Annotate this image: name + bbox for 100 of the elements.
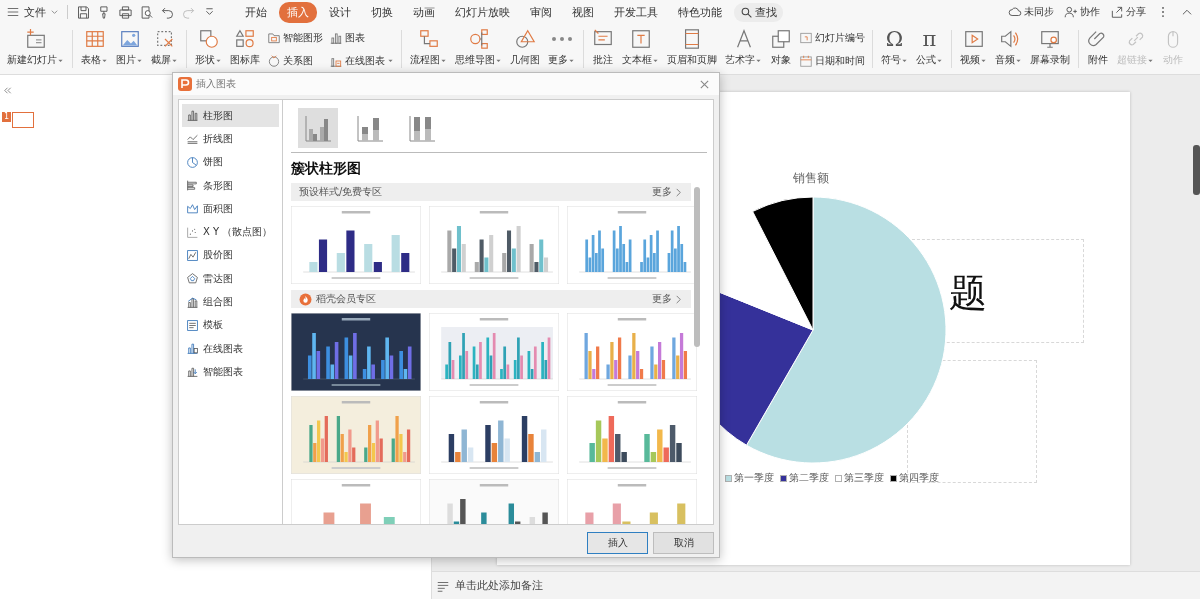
more-link[interactable]: 更多 xyxy=(652,292,683,306)
print-icon[interactable] xyxy=(118,4,133,20)
ribbon-button[interactable]: 批注 xyxy=(589,26,617,72)
chart-type-item[interactable]: 模板 xyxy=(182,313,279,337)
legend-label: 第一季度 xyxy=(734,471,774,485)
cloud-icon xyxy=(1008,5,1022,19)
ribbon-button[interactable]: 艺术字 xyxy=(722,26,765,72)
line-chart-icon xyxy=(186,132,199,146)
ribbon-button[interactable]: 新建幻灯片 xyxy=(4,26,67,72)
dialog-button[interactable]: 插入 xyxy=(587,532,648,554)
ribbon-tab[interactable]: 特色功能 xyxy=(670,1,730,23)
ribbon-button[interactable]: 对象 xyxy=(767,26,795,72)
scrollbar-thumb[interactable] xyxy=(694,187,700,347)
ribbon-button[interactable]: 思维导图 xyxy=(452,26,505,72)
chart-thumbnail[interactable] xyxy=(291,206,421,284)
ribbon-button[interactable]: 截屏 xyxy=(148,26,181,72)
ribbon-button[interactable]: 附件 xyxy=(1084,26,1112,72)
chart-title: 销售额 xyxy=(793,170,829,187)
more-link[interactable]: 更多 xyxy=(652,185,683,199)
chart-type-item[interactable]: X Y （散点图） xyxy=(182,220,279,244)
slide-number-icon xyxy=(799,30,813,45)
ribbon-button[interactable]: 关系图 xyxy=(267,53,323,68)
search-button[interactable]: 查找 xyxy=(734,2,783,22)
ribbon-tab[interactable]: 审阅 xyxy=(522,1,560,23)
chart-thumbnail[interactable] xyxy=(429,206,559,284)
chart-type-item[interactable]: 股价图 xyxy=(182,243,279,268)
ribbon-button[interactable]: 文本框 xyxy=(619,26,662,72)
chart-subtype-heading: 簇状柱形图 xyxy=(291,160,362,178)
scatter-icon xyxy=(186,225,199,239)
legend-label: 第二季度 xyxy=(789,471,829,485)
chart-type-item[interactable]: 条形图 xyxy=(182,173,279,198)
ribbon-button[interactable]: 智能图形 xyxy=(267,30,323,45)
ribbon-button[interactable]: 视频 xyxy=(957,26,990,72)
header-action[interactable]: 分享 xyxy=(1110,5,1146,19)
ribbon-tab[interactable]: 开始 xyxy=(237,1,275,23)
ribbon-button[interactable]: 流程图 xyxy=(407,26,450,72)
ribbon-button[interactable]: 音频 xyxy=(992,26,1025,72)
chart-type-item[interactable]: 折线图 xyxy=(182,127,279,151)
save-icon[interactable] xyxy=(76,4,91,20)
chart-type-item[interactable]: 智能图表 xyxy=(182,360,279,384)
chart-type-item[interactable]: 组合图 xyxy=(182,290,279,314)
chart-type-item[interactable]: 在线图表 xyxy=(182,336,279,361)
app-logo-icon xyxy=(178,77,192,91)
ribbon-button[interactable]: 屏幕录制 xyxy=(1027,26,1073,72)
chart-type-item[interactable]: 饼图 xyxy=(182,150,279,174)
ribbon-button[interactable]: 幻灯片编号 xyxy=(799,30,865,45)
legend-label: 第四季度 xyxy=(899,471,939,485)
ribbon-tab[interactable]: 切换 xyxy=(363,1,401,23)
ribbon-tab[interactable]: 设计 xyxy=(321,1,359,23)
section-title: 预设样式/免费专区 xyxy=(299,185,383,199)
slide-title: 题 xyxy=(949,270,987,317)
ribbon-button[interactable]: Ω 符号 xyxy=(878,26,911,72)
print-preview-icon[interactable] xyxy=(139,4,154,20)
chart-type-item[interactable]: 柱形图 xyxy=(182,104,279,128)
chart-subtype-button[interactable] xyxy=(298,108,338,148)
bar-chart-icon xyxy=(329,30,343,45)
header-action[interactable]: 协作 xyxy=(1064,5,1100,19)
chart-thumbnail[interactable] xyxy=(567,313,697,391)
dialog-button[interactable]: 取消 xyxy=(653,532,714,554)
ribbon-tab[interactable]: 幻灯片放映 xyxy=(447,1,518,23)
smart-chart-icon xyxy=(186,365,199,379)
scrollbar-thumb[interactable] xyxy=(1193,145,1200,195)
ribbon-button[interactable]: 日期和时间 xyxy=(799,53,865,68)
ribbon-button[interactable]: 更多 xyxy=(545,26,578,72)
chart-thumbnail[interactable] xyxy=(567,206,697,284)
ribbon-tab[interactable]: 开发工具 xyxy=(606,1,666,23)
collapse-pane-icon[interactable] xyxy=(2,85,13,96)
chart-type-item[interactable]: 雷达图 xyxy=(182,267,279,291)
image-icon xyxy=(118,28,141,50)
notes-prompt[interactable]: 单击此处添加备注 xyxy=(455,578,543,593)
chevron-right-icon xyxy=(674,294,683,304)
header-action[interactable]: 未同步 xyxy=(1008,5,1054,19)
file-menu[interactable]: 文件 xyxy=(6,4,59,20)
ribbon-button[interactable]: 在线图表 xyxy=(329,53,394,68)
video-icon xyxy=(962,28,985,50)
chart-thumbnail[interactable] xyxy=(429,313,559,391)
ribbon-button[interactable]: 表格 xyxy=(78,26,111,72)
chart-thumbnail[interactable] xyxy=(429,396,559,474)
chart-thumbnail[interactable] xyxy=(567,396,697,474)
ribbon-button[interactable]: 页眉和页脚 xyxy=(664,26,720,72)
chart-thumbnail[interactable] xyxy=(291,396,421,474)
ribbon-button[interactable]: 几何图 xyxy=(507,26,543,72)
close-icon[interactable] xyxy=(699,78,710,90)
chart-thumbnail[interactable] xyxy=(291,313,421,391)
chart-type-item[interactable]: 面积图 xyxy=(182,197,279,221)
ribbon-button[interactable]: 图表 xyxy=(329,30,394,45)
legend-label: 第三季度 xyxy=(844,471,884,485)
more-icon xyxy=(550,37,573,41)
ribbon-button[interactable]: 图片 xyxy=(113,26,146,72)
dialog-title: 插入图表 xyxy=(196,77,236,91)
bar-chart-icon xyxy=(186,109,199,123)
ribbon-tab[interactable]: 动画 xyxy=(405,1,443,23)
ribbon-button[interactable]: 图标库 xyxy=(227,26,263,72)
slide-thumbnail[interactable] xyxy=(12,112,35,128)
share-icon xyxy=(1110,5,1124,19)
menu-icon xyxy=(6,5,20,19)
ribbon-tab[interactable]: 视图 xyxy=(564,1,602,23)
ribbon-button[interactable]: π 公式 xyxy=(913,26,946,72)
flowchart-icon xyxy=(417,28,440,50)
ribbon-button[interactable]: 形状 xyxy=(192,26,225,72)
